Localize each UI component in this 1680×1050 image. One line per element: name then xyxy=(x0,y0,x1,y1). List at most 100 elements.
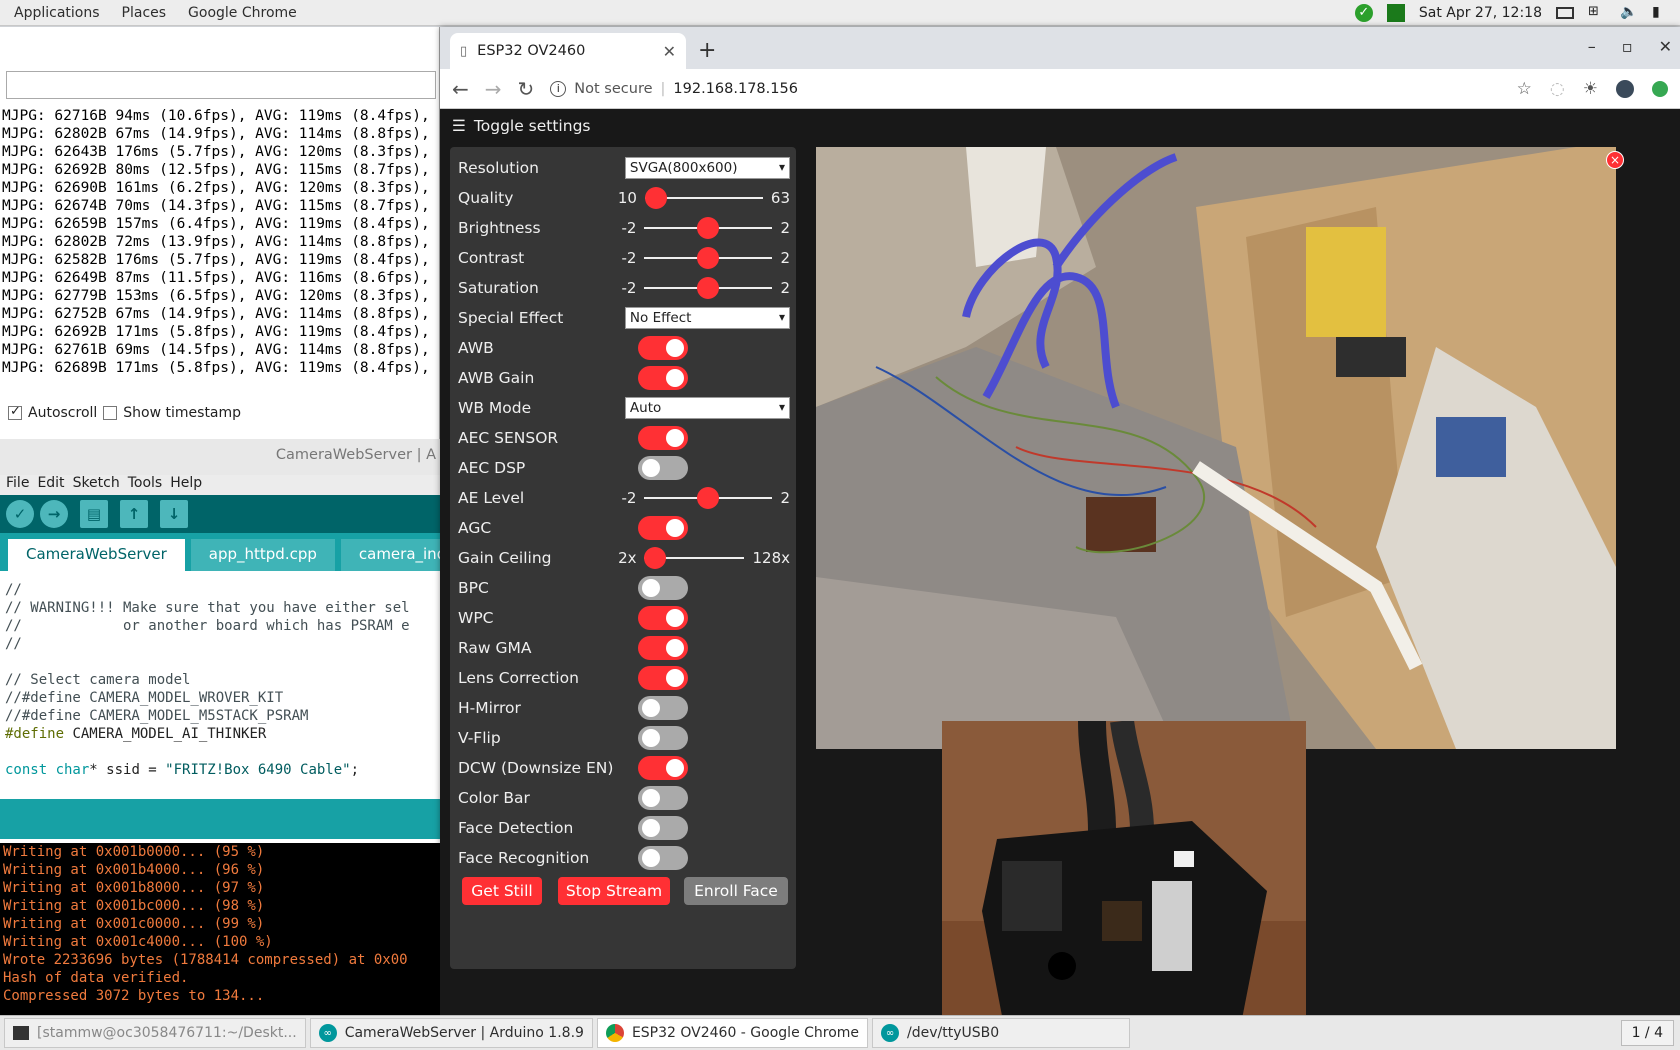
contrast-label: Contrast xyxy=(458,249,525,267)
awb-gain-toggle[interactable] xyxy=(638,366,688,390)
quality-slider-thumb[interactable] xyxy=(644,187,667,209)
taskbar-terminal[interactable]: [stammw@oc3058476711:~/Deskt... xyxy=(4,1018,306,1048)
bpc-toggle[interactable] xyxy=(638,576,688,600)
gain-ceiling-slider[interactable] xyxy=(644,547,745,569)
aec-sensor-toggle[interactable] xyxy=(638,426,688,450)
arduino-status-bar xyxy=(0,799,440,839)
battery-icon[interactable]: ▮ xyxy=(1652,4,1670,22)
workspace-pager[interactable]: 1 / 4 xyxy=(1620,1020,1674,1046)
menu-file[interactable]: File xyxy=(6,475,29,495)
close-stream-icon[interactable]: × xyxy=(1606,151,1624,169)
hamburger-icon[interactable]: ☰ xyxy=(452,117,466,135)
tab-camerawebserver[interactable]: CameraWebServer xyxy=(8,539,185,571)
timestamp-checkbox[interactable] xyxy=(103,406,118,420)
face-recognition-toggle[interactable] xyxy=(638,846,688,870)
aec-dsp-row: AEC DSP xyxy=(458,453,790,483)
saturation-slider-thumb[interactable] xyxy=(697,277,720,299)
awb-toggle[interactable] xyxy=(638,336,688,360)
display-icon[interactable] xyxy=(1556,6,1574,19)
agc-toggle[interactable] xyxy=(638,516,688,540)
minimize-icon[interactable]: – xyxy=(1588,37,1596,56)
raw-gma-toggle[interactable] xyxy=(638,636,688,660)
browser-tab[interactable]: ▯ ESP32 OV2460 ✕ xyxy=(450,33,686,69)
esp32-cam-photo-svg xyxy=(942,721,1306,1029)
get-still-button[interactable]: Get Still xyxy=(462,877,542,905)
close-window-icon[interactable]: ✕ xyxy=(1659,37,1672,56)
saturation-slider[interactable] xyxy=(644,277,773,299)
resolution-select[interactable]: SVGA(800x600) xyxy=(624,157,790,179)
color-bar-toggle[interactable] xyxy=(638,786,688,810)
brightness-slider-thumb[interactable] xyxy=(697,217,720,239)
menu-tools[interactable]: Tools xyxy=(128,475,163,495)
enroll-face-button[interactable]: Enroll Face xyxy=(684,877,788,905)
menu-sketch[interactable]: Sketch xyxy=(73,475,120,495)
stop-stream-button[interactable]: Stop Stream xyxy=(558,877,670,905)
contrast-slider[interactable] xyxy=(644,247,773,269)
saturation-min: -2 xyxy=(621,279,637,297)
ae-level-slider[interactable] xyxy=(644,487,773,509)
code-keyword: #define xyxy=(5,726,65,742)
taskbar-serial[interactable]: ∞ /dev/ttyUSB0 xyxy=(872,1018,1131,1048)
save-sketch-icon[interactable]: ↓ xyxy=(160,500,188,528)
lens-correction-label: Lens Correction xyxy=(458,669,579,687)
brightness-slider[interactable] xyxy=(644,217,773,239)
places-menu[interactable]: Places xyxy=(114,5,181,21)
upload-icon[interactable]: → xyxy=(40,500,68,528)
contrast-row: Contrast -2 2 xyxy=(458,243,790,273)
wpc-toggle[interactable] xyxy=(638,606,688,630)
menu-help[interactable]: Help xyxy=(170,475,202,495)
special-effect-select[interactable]: No Effect xyxy=(624,307,790,329)
code-editor[interactable]: // // WARNING!!! Make sure that you have… xyxy=(0,571,440,799)
serial-monitor-window: MJPG: 62716B 94ms (10.6fps), AVG: 119ms … xyxy=(0,27,440,439)
face-detection-toggle[interactable] xyxy=(638,816,688,840)
lens-correction-toggle[interactable] xyxy=(638,666,688,690)
awb-gain-row: AWB Gain xyxy=(458,363,790,393)
address-bar[interactable]: i Not secure | 192.168.178.156 xyxy=(550,80,798,97)
extension-icon[interactable]: ◌ xyxy=(1550,79,1565,99)
contrast-slider-thumb[interactable] xyxy=(697,247,720,269)
bookmark-star-icon[interactable]: ☆ xyxy=(1517,79,1532,99)
serial-line: MJPG: 62692B 171ms (5.8fps), AVG: 119ms … xyxy=(2,324,430,340)
clock[interactable]: Sat Apr 27, 12:18 xyxy=(1419,5,1542,21)
update-icon[interactable] xyxy=(1652,80,1668,97)
profile-avatar-icon[interactable] xyxy=(1616,79,1634,98)
new-tab-icon[interactable]: + xyxy=(698,38,716,63)
contrast-min: -2 xyxy=(621,249,637,267)
wb-mode-select[interactable]: Auto xyxy=(624,397,790,419)
chrome-app-menu[interactable]: Google Chrome xyxy=(180,5,311,21)
h-mirror-toggle[interactable] xyxy=(638,696,688,720)
network-icon[interactable]: ⊞ xyxy=(1588,4,1606,22)
taskbar-chrome[interactable]: ESP32 OV2460 - Google Chrome xyxy=(596,1018,869,1048)
applications-menu[interactable]: Applications xyxy=(6,5,114,21)
serial-line: MJPG: 62752B 67ms (14.9fps), AVG: 114ms … xyxy=(2,306,430,322)
reload-icon[interactable]: ↻ xyxy=(518,77,535,101)
verify-icon[interactable]: ✓ xyxy=(6,500,34,528)
ae-level-slider-thumb[interactable] xyxy=(697,487,720,509)
serial-send-input[interactable] xyxy=(6,71,436,99)
ae-level-label: AE Level xyxy=(458,489,525,507)
dcw-row: DCW (Downsize EN) xyxy=(458,753,790,783)
maximize-icon[interactable]: ▫ xyxy=(1622,37,1633,56)
back-icon[interactable]: ← xyxy=(452,77,469,101)
aec-dsp-toggle[interactable] xyxy=(638,456,688,480)
dcw-toggle[interactable] xyxy=(638,756,688,780)
update-check-icon[interactable]: ✓ xyxy=(1354,3,1373,22)
taskbar-arduino[interactable]: ∞ CameraWebServer | Arduino 1.8.9 xyxy=(309,1018,593,1048)
tab-close-icon[interactable]: ✕ xyxy=(663,42,676,61)
new-sketch-icon[interactable]: ▤ xyxy=(80,500,108,528)
serial-line: MJPG: 62716B 94ms (10.6fps), AVG: 119ms … xyxy=(2,108,430,124)
brightness-extension-icon[interactable]: ☀ xyxy=(1583,79,1598,99)
open-sketch-icon[interactable]: ↑ xyxy=(120,500,148,528)
quality-slider[interactable] xyxy=(644,187,763,209)
forward-icon[interactable]: → xyxy=(485,77,502,101)
info-icon[interactable]: i xyxy=(550,80,567,97)
monitor-app-icon[interactable] xyxy=(1386,3,1405,22)
volume-icon[interactable]: 🔈 xyxy=(1620,4,1638,22)
gain-ceiling-slider-thumb[interactable] xyxy=(644,547,667,569)
tab-app-httpd[interactable]: app_httpd.cpp xyxy=(190,539,335,571)
toggle-settings[interactable]: ☰ Toggle settings xyxy=(452,117,590,135)
v-flip-toggle[interactable] xyxy=(638,726,688,750)
taskbar-arduino-label: CameraWebServer | Arduino 1.8.9 xyxy=(344,1025,584,1041)
autoscroll-checkbox[interactable] xyxy=(8,404,22,420)
menu-edit[interactable]: Edit xyxy=(37,475,64,495)
